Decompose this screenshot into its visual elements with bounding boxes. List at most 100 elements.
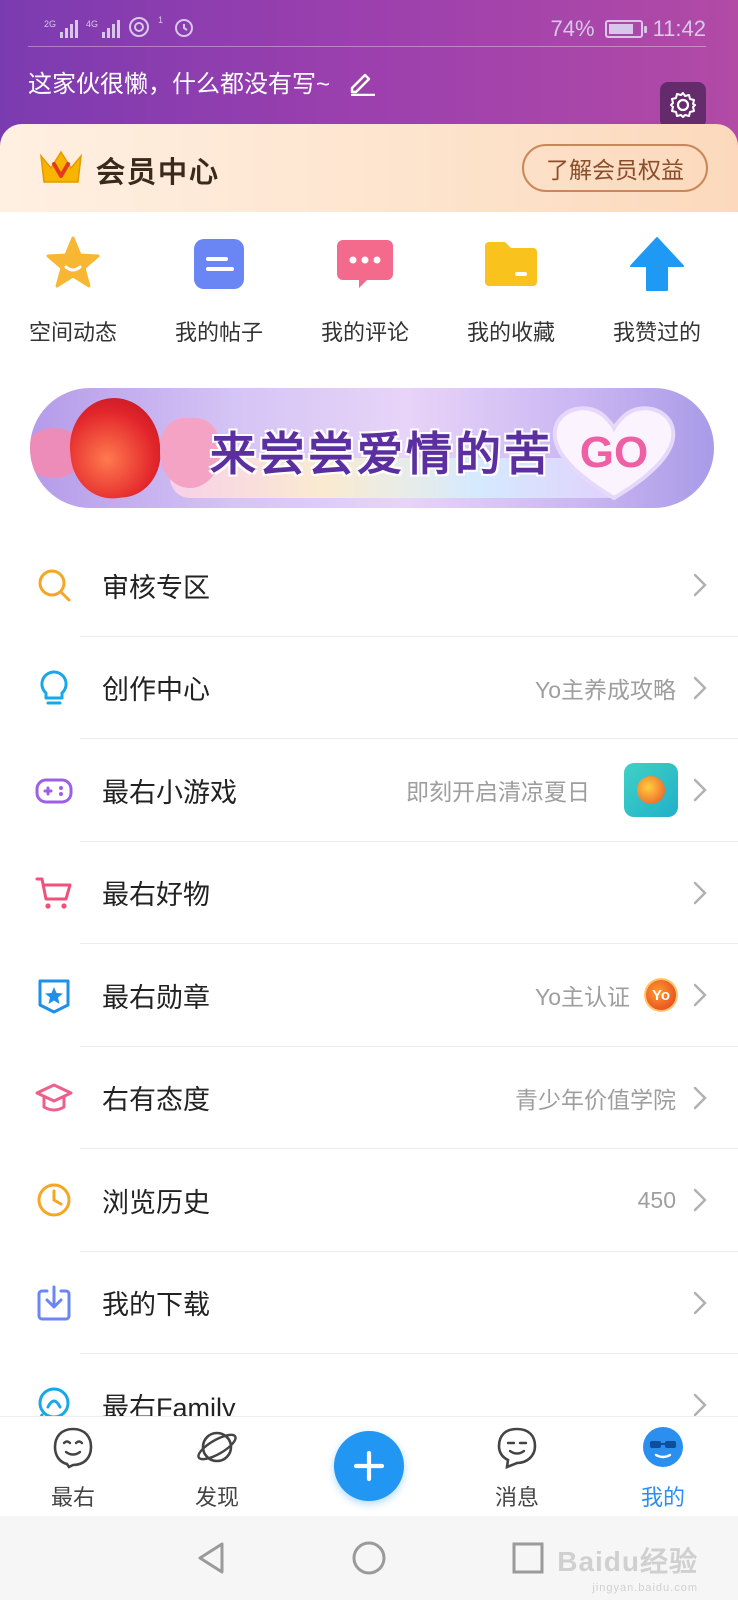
battery-icon [604, 20, 647, 38]
gamepad-icon [35, 778, 73, 804]
quick-action-liked[interactable]: 我赞过的 [592, 230, 722, 347]
home-nav-icon[interactable] [349, 1538, 389, 1578]
crown-icon [39, 150, 83, 183]
menu-item-hint: 青少年价值学院 [515, 1086, 676, 1113]
chevron-right-icon [693, 676, 707, 699]
menu-item-attitude[interactable]: 右有态度 青少年价值学院 [0, 1047, 738, 1149]
menu-item-downloads[interactable]: 我的下载 [0, 1252, 738, 1354]
promo-banner[interactable]: 来尝尝爱情的苦 GO [30, 388, 714, 508]
folder-icon [485, 242, 537, 286]
graduation-cap-icon [35, 1083, 73, 1112]
tab-me[interactable]: 我的 [608, 1425, 718, 1512]
arrow-up-icon [630, 237, 684, 291]
quick-actions: 空间动态 我的帖子 我的评论 我的收藏 我赞过的 [0, 230, 738, 350]
quick-action-label: 空间动态 [28, 320, 117, 345]
quick-action-label: 我的帖子 [174, 320, 263, 345]
search-icon [38, 569, 71, 602]
menu-item-title: 最右好物 [102, 880, 210, 911]
network-type-1: 2G [44, 19, 57, 29]
banner-text: 来尝尝爱情的苦 [210, 428, 553, 480]
profile-bio[interactable]: 这家伙很懒，什么都没有写~ [28, 64, 376, 99]
status-bar: 2G 4G 1 74% 11:42 [0, 10, 738, 50]
tab-label: 最右 [50, 1485, 95, 1510]
tab-home[interactable]: 最右 [18, 1425, 128, 1512]
status-right: 74% 11:42 [551, 16, 706, 42]
menu-item-title: 浏览历史 [102, 1187, 210, 1218]
watermark-logo: Baidu经验 jingyan.baidu.com [557, 1540, 698, 1594]
star-icon [46, 236, 100, 288]
back-nav-icon[interactable] [192, 1538, 232, 1578]
system-navigation-bar: Baidu经验 jingyan.baidu.com [0, 1516, 738, 1600]
vip-benefits-button[interactable]: 了解会员权益 [522, 144, 708, 192]
menu-item-title: 右有态度 [102, 1085, 210, 1116]
clock-icon [37, 1183, 71, 1217]
watermark-url: jingyan.baidu.com [592, 1582, 698, 1594]
chevron-right-icon [693, 574, 707, 597]
chevron-right-icon [693, 779, 707, 802]
quick-action-posts[interactable]: 我的帖子 [154, 230, 284, 347]
create-post-button[interactable] [334, 1431, 404, 1501]
settings-button[interactable] [660, 82, 706, 128]
status-left: 2G 4G 1 [44, 16, 195, 38]
quick-action-label: 我的评论 [320, 320, 409, 345]
clock-time: 11:42 [652, 16, 706, 41]
game-thumbnail-image [624, 763, 678, 818]
vip-title: 会员中心 [96, 157, 221, 189]
quick-action-label: 我的收藏 [466, 320, 555, 345]
chevron-right-icon [693, 984, 707, 1007]
cart-icon [35, 877, 72, 909]
vip-center-bar[interactable]: 会员中心 了解会员权益 [0, 124, 738, 212]
smiley-face-icon [53, 1427, 93, 1469]
menu-item-mini-games[interactable]: 最右小游戏 即刻开启清凉夏日 [0, 739, 738, 842]
menu-item-hint: 450 [637, 1186, 676, 1213]
signal-4g-icon: 4G [86, 19, 121, 38]
chat-face-icon [497, 1427, 537, 1470]
menu-item-goods[interactable]: 最右好物 [0, 842, 738, 944]
menu-item-title: 最右小游戏 [102, 777, 237, 808]
chevron-right-icon [693, 1291, 707, 1314]
quick-action-favorites[interactable]: 我的收藏 [446, 230, 576, 347]
signal-2g-icon: 2G [44, 19, 79, 38]
chevron-right-icon [693, 881, 707, 904]
network-type-2: 4G [86, 19, 99, 29]
chevron-right-icon [693, 1394, 707, 1417]
sim-index: 1 [158, 15, 164, 25]
hotspot-icon [129, 17, 150, 37]
bottom-tab-bar: 最右 发现 消息 我的 [0, 1416, 738, 1516]
planet-icon [197, 1431, 237, 1463]
quick-action-moments[interactable]: 空间动态 [8, 230, 138, 347]
banner-go-button[interactable]: GO [544, 398, 684, 508]
yo-badge: Yo [644, 978, 678, 1013]
plus-icon [353, 1450, 385, 1482]
edit-pencil-icon[interactable] [348, 68, 376, 96]
comment-icon [337, 240, 393, 288]
menu-item-title: 最右勋章 [102, 982, 210, 1013]
menu-item-title: 审核专区 [102, 572, 210, 603]
chevron-right-icon [693, 1086, 707, 1109]
bio-text: 这家伙很懒，什么都没有写~ [28, 71, 331, 98]
menu-item-title: 我的下载 [102, 1290, 210, 1321]
recents-nav-icon[interactable] [508, 1538, 548, 1578]
tab-label: 我的 [640, 1485, 685, 1510]
menu-item-history[interactable]: 浏览历史 450 [0, 1149, 738, 1252]
download-icon [37, 1285, 71, 1321]
chevron-right-icon [693, 1189, 707, 1212]
tab-messages[interactable]: 消息 [462, 1425, 572, 1512]
menu-item-review-zone[interactable]: 审核专区 [0, 534, 738, 637]
alarm-icon [175, 19, 194, 37]
tab-label: 消息 [494, 1485, 539, 1510]
menu-item-hint: 即刻开启清凉夏日 [406, 779, 590, 806]
battery-percent: 74% [550, 16, 595, 41]
menu-item-creator-center[interactable]: 创作中心 Yo主养成攻略 [0, 637, 738, 739]
badge-icon [38, 979, 70, 1014]
tab-discover[interactable]: 发现 [162, 1425, 272, 1512]
post-icon [194, 239, 244, 289]
watermark-brand: Baidu经验 [557, 1546, 698, 1577]
avatar-face-icon [643, 1427, 683, 1467]
menu-item-medals[interactable]: 最右勋章 Yo主认证 Yo [0, 944, 738, 1047]
banner-heart-flame-image [65, 393, 165, 503]
menu-item-hint: Yo主养成攻略 [534, 676, 676, 703]
lightbulb-icon [40, 670, 68, 705]
quick-action-comments[interactable]: 我的评论 [300, 230, 430, 347]
quick-action-label: 我赞过的 [612, 320, 701, 345]
